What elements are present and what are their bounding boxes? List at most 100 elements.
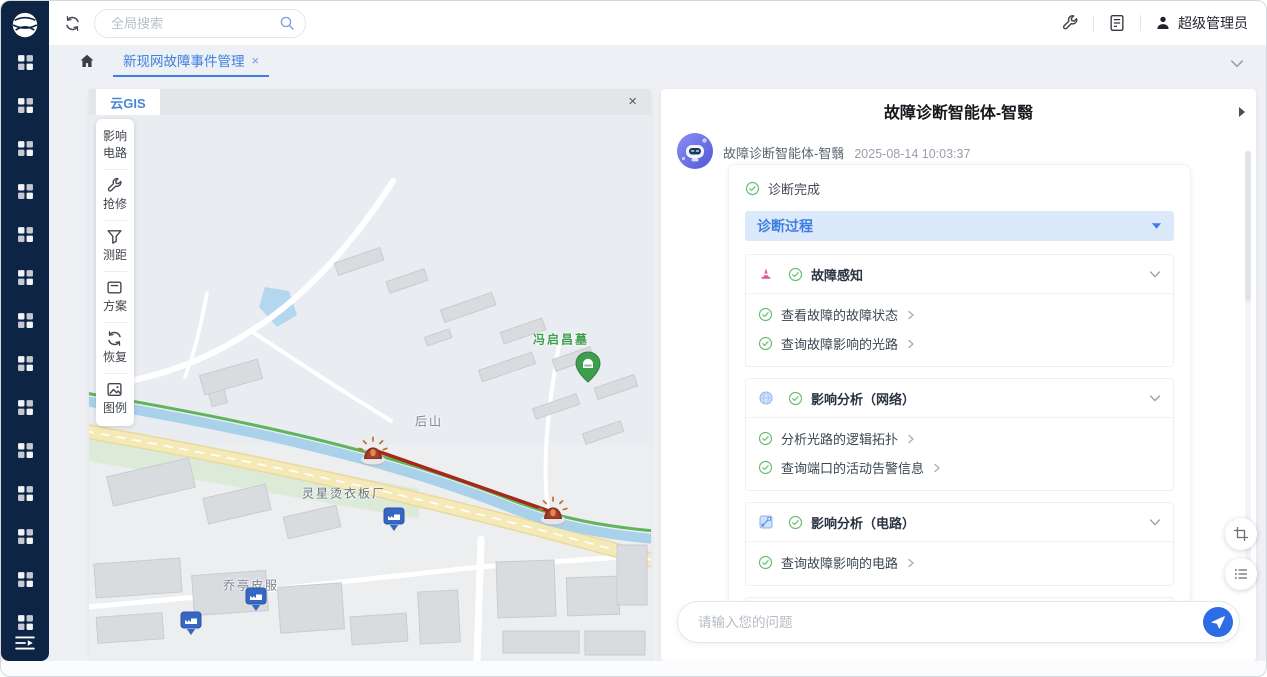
diagnosis-section-2: 影响分析（网络） 分析光路的逻辑拓扑查询端口的活动告警信息 — [745, 378, 1174, 491]
wrench-icon — [106, 177, 123, 194]
check-icon — [788, 515, 803, 530]
user-menu[interactable]: 超级管理员 — [1155, 13, 1248, 33]
tomb-pin-marker[interactable] — [575, 351, 601, 383]
circuit-icon — [758, 514, 774, 530]
section-items: 分析光路的逻辑拓扑查询端口的活动告警信息 — [746, 418, 1173, 490]
screenshot-crop-button[interactable] — [1225, 518, 1257, 550]
chevron-down-icon[interactable] — [1149, 270, 1161, 279]
scrollbar-thumb[interactable] — [1245, 151, 1251, 301]
panel-title: 故障诊断智能体-智翳 — [884, 99, 1033, 123]
global-search[interactable] — [94, 9, 306, 38]
diagnosis-section-1: 故障感知查看故障的故障状态查询故障影响的光路 — [745, 254, 1174, 367]
sidebar-item-8[interactable] — [17, 355, 34, 372]
diagnosis-step[interactable]: 查询故障影响的电路 — [758, 548, 1161, 577]
step-label: 查询故障影响的电路 — [781, 553, 898, 572]
divider — [1140, 15, 1141, 31]
step-label: 分析光路的逻辑拓扑 — [781, 429, 898, 448]
search-input[interactable] — [109, 15, 273, 32]
check-icon — [745, 181, 760, 196]
sidebar-item-13[interactable] — [17, 571, 34, 588]
step-label: 查看故障的故障状态 — [781, 305, 898, 324]
panel-expand-icon[interactable] — [1238, 105, 1246, 117]
process-title: 诊断过程 — [757, 216, 813, 236]
sidebar-item-7[interactable] — [17, 312, 34, 329]
arrow-right-icon[interactable] — [932, 462, 942, 474]
tool-label: 方案 — [103, 298, 127, 315]
alarm-marker[interactable] — [534, 491, 572, 527]
arrow-right-icon[interactable] — [906, 338, 916, 350]
map-header: 云GIS × — [89, 89, 651, 115]
factory-marker[interactable] — [180, 611, 202, 637]
tabbar-chevron-down-icon[interactable] — [1230, 56, 1244, 66]
diagnosis-step[interactable]: 查询端口的活动告警信息 — [758, 453, 1161, 482]
home-icon[interactable] — [79, 53, 95, 69]
divider — [1093, 15, 1094, 31]
section-header[interactable]: 影响分析（网络） — [746, 379, 1173, 418]
document-icon[interactable] — [1108, 14, 1126, 32]
refresh-icon[interactable] — [64, 15, 81, 32]
diagnosis-card: 诊断完成 诊断过程 故障感知查看故障的故障状态查询故障影响的光路影响分析（网络）… — [728, 164, 1191, 601]
section-header[interactable]: 影响分析（电路） — [746, 503, 1173, 542]
map-close-button[interactable]: × — [624, 91, 641, 112]
diagnosis-status: 诊断完成 — [745, 179, 1174, 198]
sidebar-item-3[interactable] — [17, 140, 34, 157]
arrow-right-icon[interactable] — [906, 557, 916, 569]
section-items: 查看故障的故障状态查询故障影响的光路 — [746, 294, 1173, 366]
message-sender: 故障诊断智能体-智翳 — [723, 146, 844, 161]
factory-marker[interactable] — [245, 587, 267, 613]
tab-fault-event-management[interactable]: 新现网故障事件管理 × — [113, 45, 269, 77]
diagnosis-sections: 故障感知查看故障的故障状态查询故障影响的光路影响分析（网络）分析光路的逻辑拓扑查… — [745, 254, 1174, 601]
sidebar-item-9[interactable] — [17, 399, 34, 416]
map-tab-cloudgis[interactable]: 云GIS — [96, 89, 160, 115]
check-icon — [758, 336, 773, 351]
question-input[interactable] — [696, 614, 1203, 631]
chat-messages: 故障诊断智能体-智翳2025-08-14 10:03:37 诊断完成 诊断过程 … — [661, 133, 1256, 601]
sidebar-item-10[interactable] — [17, 442, 34, 459]
diagnosis-step[interactable]: 查询故障影响的光路 — [758, 329, 1161, 358]
section-header[interactable]: 故障感知 — [746, 255, 1173, 294]
map-tool-5[interactable]: 恢复 — [103, 328, 127, 368]
diagnosis-process-header[interactable]: 诊断过程 — [745, 211, 1174, 241]
diagnosis-step[interactable]: 查看故障的故障状态 — [758, 300, 1161, 329]
sidebar-collapse-button[interactable] — [15, 635, 35, 651]
check-icon — [788, 267, 803, 282]
map-tool-1[interactable]: 影响电路 — [103, 126, 127, 164]
diagnosis-header: 故障诊断智能体-智翳 — [661, 89, 1256, 133]
map-tool-2[interactable]: 抢修 — [103, 175, 127, 215]
window-footer — [1, 661, 1266, 676]
factory-marker[interactable] — [383, 507, 405, 533]
map-canvas[interactable]: 冯启昌墓后山灵星烫衣板厂乔亭皮服 影响电路抢修测距方案恢复图例 — [89, 115, 651, 661]
arrow-right-icon[interactable] — [906, 433, 916, 445]
section-title: 故障感知 — [811, 265, 863, 284]
chevron-down-icon[interactable] — [1149, 518, 1161, 527]
message-meta: 故障诊断智能体-智翳2025-08-14 10:03:37 — [723, 143, 970, 162]
diagnosis-step[interactable]: 分析光路的逻辑拓扑 — [758, 424, 1161, 453]
wrench-icon[interactable] — [1061, 14, 1079, 32]
section-title: 影响分析（网络） — [811, 389, 915, 408]
alarm-marker[interactable] — [354, 431, 392, 467]
sidebar-item-5[interactable] — [17, 226, 34, 243]
sidebar-item-11[interactable] — [17, 485, 34, 502]
search-icon[interactable] — [279, 15, 295, 31]
send-button[interactable] — [1203, 607, 1233, 637]
map-tool-4[interactable]: 方案 — [103, 277, 127, 317]
tab-close-icon[interactable]: × — [252, 53, 260, 68]
chat-composer[interactable] — [677, 601, 1240, 643]
task-list-button[interactable] — [1225, 558, 1257, 590]
gis-map-panel: 云GIS × — [89, 89, 651, 661]
sidebar — [1, 1, 49, 661]
sidebar-item-1[interactable] — [17, 54, 34, 71]
sidebar-item-6[interactable] — [17, 269, 34, 286]
arrow-right-icon[interactable] — [906, 309, 916, 321]
sidebar-item-12[interactable] — [17, 528, 34, 545]
triangle-down-icon[interactable] — [1151, 222, 1162, 230]
sidebar-item-14[interactable] — [17, 614, 34, 631]
user-name: 超级管理员 — [1178, 13, 1248, 33]
doc-icon — [106, 279, 123, 296]
sidebar-item-4[interactable] — [17, 183, 34, 200]
map-tool-3[interactable]: 测距 — [103, 226, 127, 266]
sidebar-item-2[interactable] — [17, 97, 34, 114]
chevron-down-icon[interactable] — [1149, 394, 1161, 403]
map-tool-6[interactable]: 图例 — [103, 379, 127, 419]
step-label: 查询故障影响的光路 — [781, 334, 898, 353]
